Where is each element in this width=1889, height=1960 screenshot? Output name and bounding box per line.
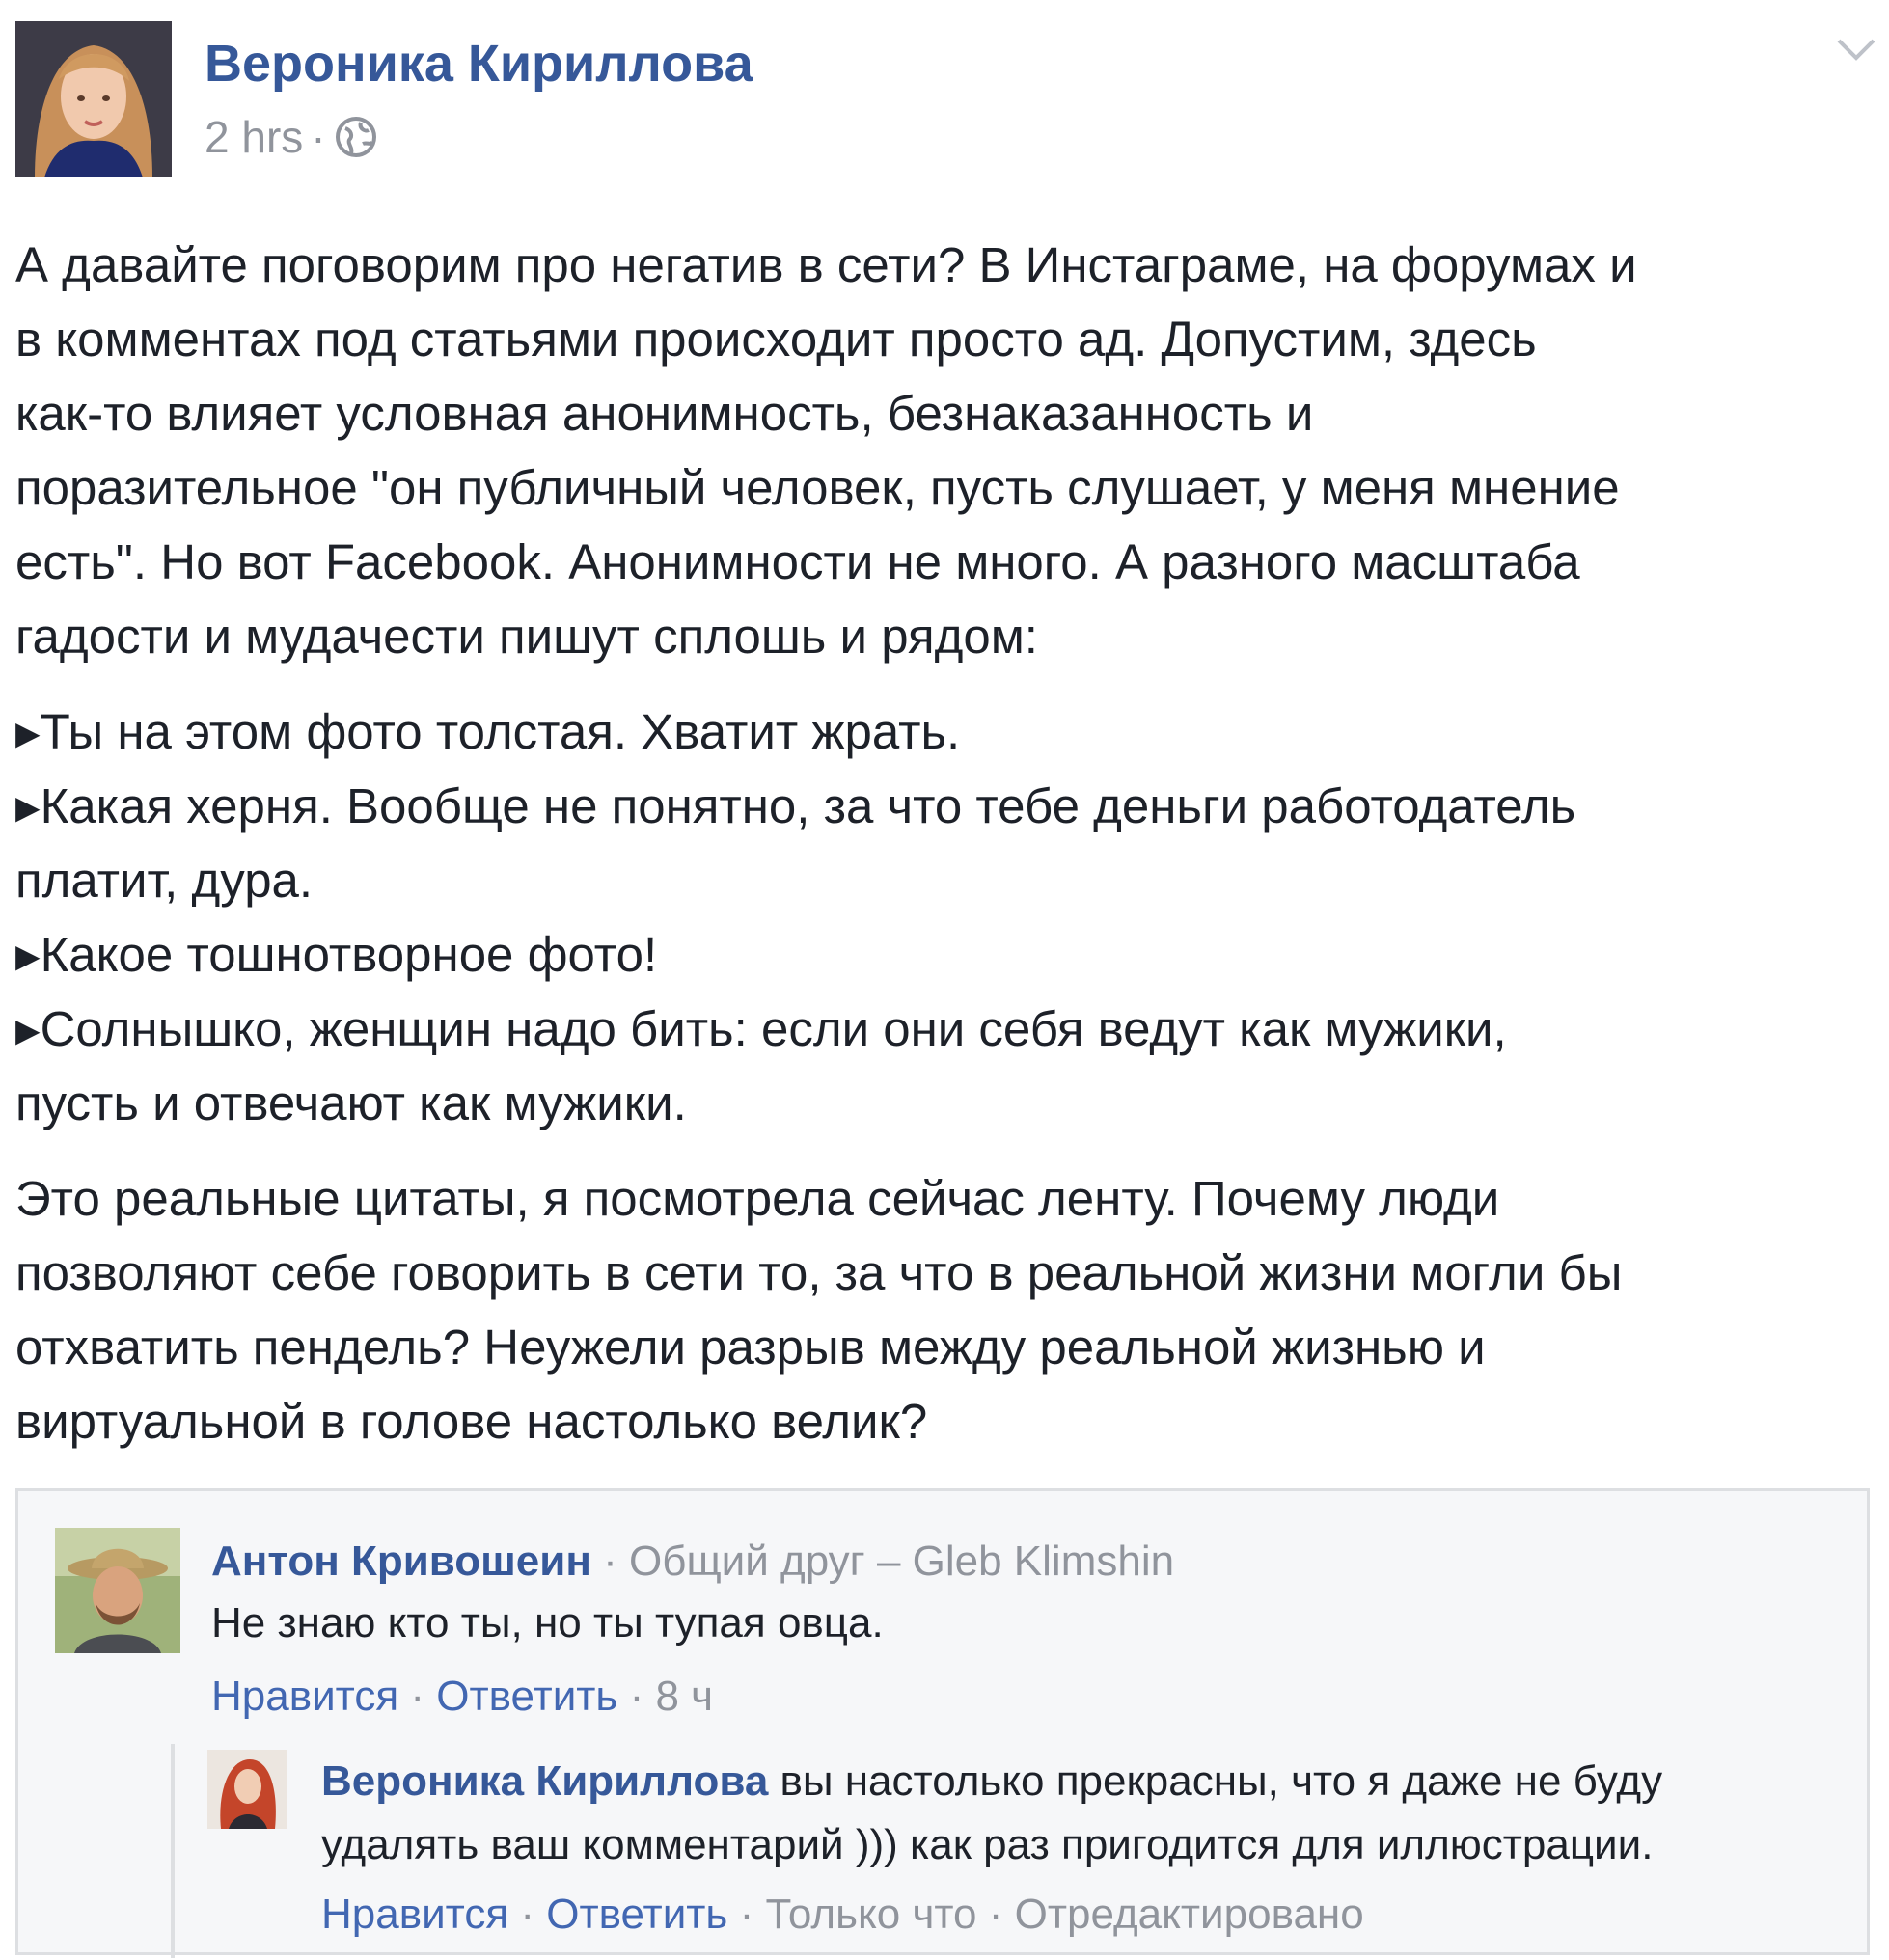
reply-author-avatar[interactable] xyxy=(207,1750,287,1829)
action-separator: · xyxy=(739,1891,754,1938)
action-separator: · xyxy=(520,1891,535,1938)
comment-like-link[interactable]: Нравится xyxy=(211,1673,398,1720)
quote-line: ▸Солнышко, женщин надо бить: если они се… xyxy=(15,1001,1507,1056)
reply-time[interactable]: Только что xyxy=(765,1891,976,1938)
post-paragraph-3: Это реальные цитаты, я посмотрела сейчас… xyxy=(15,1161,1877,1458)
quote-line: платит, дура. xyxy=(15,853,314,908)
body-line: есть". Но вот Facebook. Анонимности не м… xyxy=(15,534,1580,589)
commenter-avatar[interactable] xyxy=(55,1528,180,1653)
body-line: виртуальной в голове настолько велик? xyxy=(15,1394,928,1449)
body-line: отхватить пендель? Неужели разрыв между … xyxy=(15,1320,1486,1375)
comment-time[interactable]: 8 ч xyxy=(655,1673,713,1720)
post-body: А давайте поговорим про негатив в сети? … xyxy=(15,228,1877,1458)
post-timestamp[interactable]: 2 hrs xyxy=(205,111,303,163)
mutual-friend-text: Общий друг – Gleb Klimshin xyxy=(629,1538,1175,1585)
comment-actions: Нравится · Ответить · 8 ч xyxy=(211,1671,713,1723)
action-separator: · xyxy=(988,1891,1003,1938)
quote-line: ▸Какое тошнотворное фото! xyxy=(15,927,658,982)
body-line: в комментах под статьями происходит прос… xyxy=(15,312,1537,367)
commenter-name-link[interactable]: Антон Кривошеин xyxy=(211,1538,591,1585)
action-separator: · xyxy=(629,1673,644,1720)
quote-line: ▸Какая херня. Вообще не понятно, за что … xyxy=(15,778,1576,833)
facebook-post: Вероника Кириллова 2 hrs · А давайте пог… xyxy=(0,0,1889,1960)
body-line: гадости и мудачести пишут сплошь и рядом… xyxy=(15,609,1038,664)
chevron-down-icon[interactable] xyxy=(1833,33,1879,68)
body-line: как-то влияет условная анонимность, безн… xyxy=(15,386,1314,441)
body-line: Это реальные цитаты, я посмотрела сейчас… xyxy=(15,1171,1500,1226)
post-meta: 2 hrs · xyxy=(205,108,378,166)
comment-text: Не знаю кто ты, но ты тупая овца. xyxy=(211,1599,884,1647)
body-line: позволяют себе говорить в сети то, за чт… xyxy=(15,1245,1623,1300)
reply-like-link[interactable]: Нравится xyxy=(321,1891,508,1938)
quote-line: ▸Ты на этом фото толстая. Хватит жрать. xyxy=(15,704,961,759)
reply-reply-link[interactable]: Ответить xyxy=(546,1891,727,1938)
action-separator: · xyxy=(410,1673,425,1720)
post-quotes-list: ▸Ты на этом фото толстая. Хватит жрать. … xyxy=(15,694,1877,1140)
reply-edited-label[interactable]: Отредактировано xyxy=(1015,1891,1364,1938)
globe-icon[interactable] xyxy=(334,115,378,159)
reply-thread-rail xyxy=(171,1744,175,1958)
comment-reply-link[interactable]: Ответить xyxy=(436,1673,617,1720)
post-paragraph-1: А давайте поговорим про негатив в сети? … xyxy=(15,228,1877,673)
meta-separator: · xyxy=(311,112,326,162)
body-line: А давайте поговорим про негатив в сети? … xyxy=(15,237,1637,292)
quote-line: пусть и отвечают как мужики. xyxy=(15,1075,687,1130)
comment-separator: · xyxy=(590,1538,630,1585)
comment-header: Антон Кривошеин · Общий друг – Gleb Klim… xyxy=(211,1536,1174,1588)
author-avatar[interactable] xyxy=(15,21,172,177)
comments-section: Антон Кривошеин · Общий друг – Gleb Klim… xyxy=(15,1488,1870,1958)
body-line: поразительное "он публичный человек, пус… xyxy=(15,460,1620,515)
author-name-link[interactable]: Вероника Кириллова xyxy=(205,33,753,95)
reply-author-name-link[interactable]: Вероника Кириллова xyxy=(321,1757,768,1805)
reply-body: Вероника Кириллова вы настолько прекрасн… xyxy=(321,1750,1826,1877)
reply-actions: Нравится · Ответить · Только что · Отред… xyxy=(321,1889,1364,1941)
